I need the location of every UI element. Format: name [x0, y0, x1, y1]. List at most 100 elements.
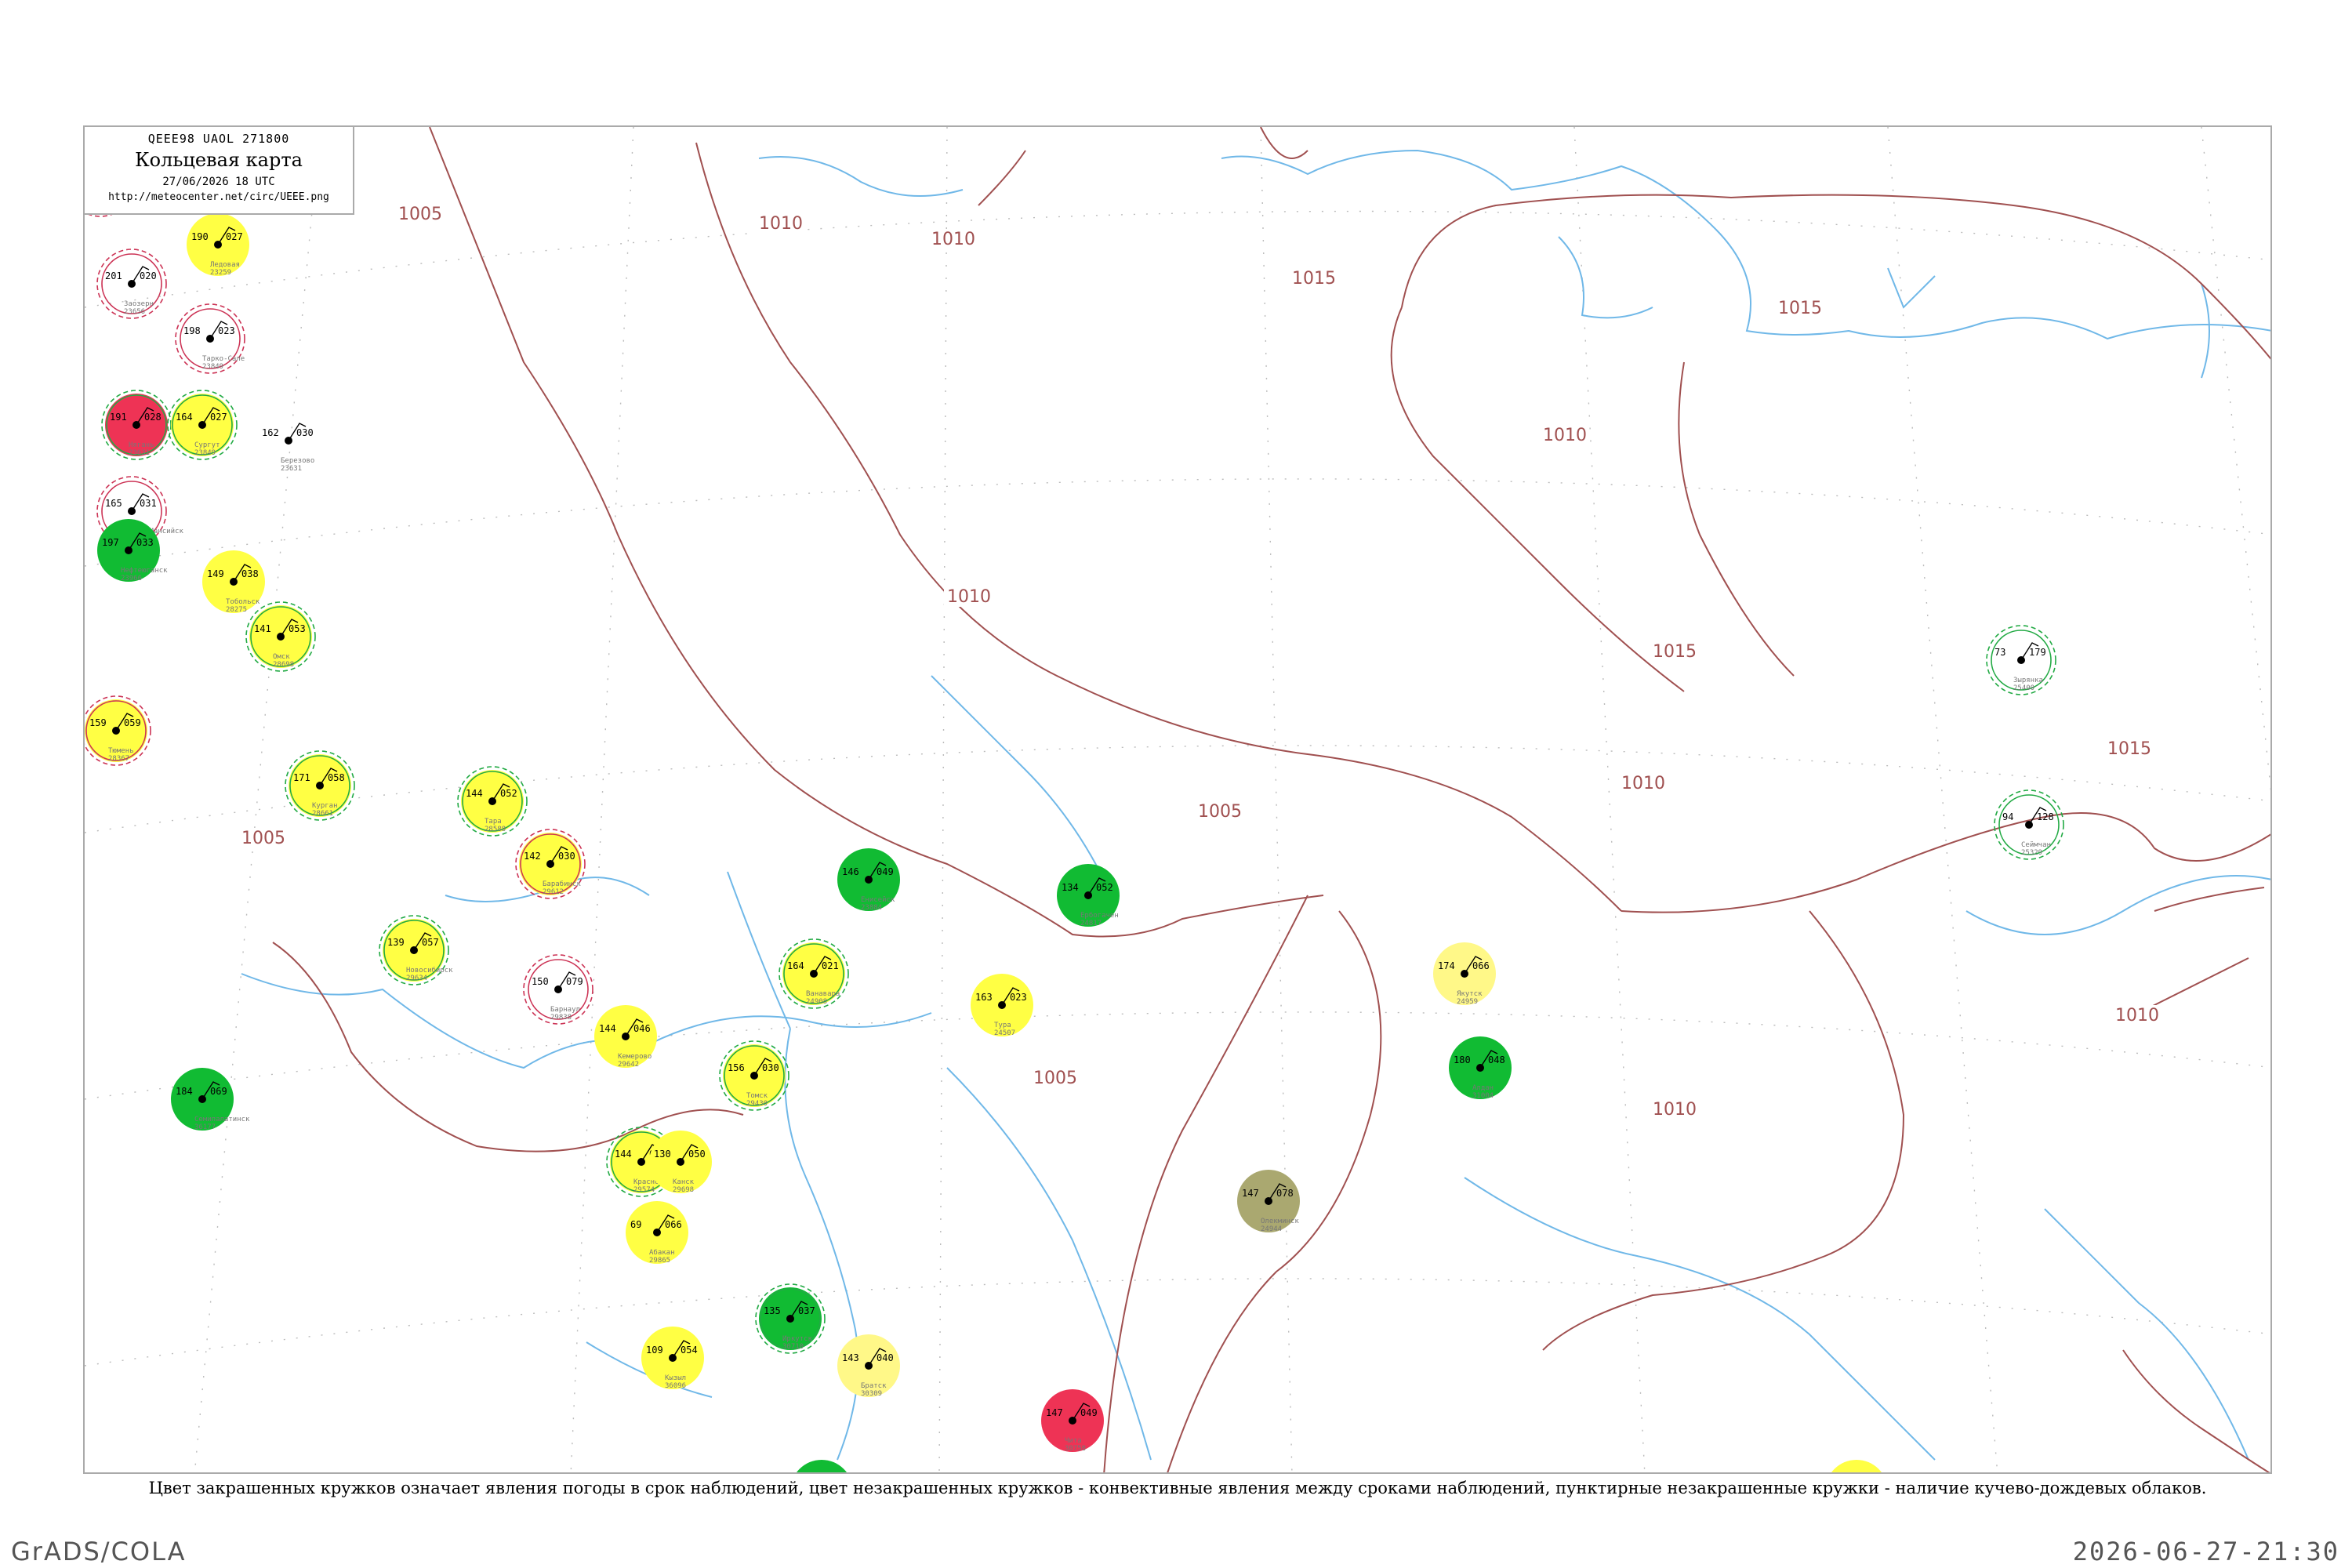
isobar-label: 1010 [1621, 774, 1665, 793]
weather-station[interactable]: 198 023 Тарко-Сале23849 [175, 303, 245, 374]
station-name: Сеймчан [2021, 841, 2051, 849]
station-id: 28275 [226, 606, 247, 614]
station-temperature: 144 [599, 1023, 616, 1034]
station-id: 23631 [129, 449, 150, 457]
station-temperature: 190 [191, 231, 209, 242]
station-id: 28661 [312, 810, 333, 818]
station-name: Кемерово [618, 1053, 652, 1061]
station-temperature: 159 [89, 717, 107, 728]
station-id: 29574 [633, 1186, 655, 1194]
station-id: 23884 [861, 904, 882, 912]
coordinate-grid [85, 127, 2270, 1472]
station-temperature: 163 [975, 992, 993, 1003]
weather-station[interactable]: 147 078 Олекминск24944 [1237, 1170, 1300, 1233]
weather-station[interactable]: 93125Благовещенск31510 [1825, 1460, 1900, 1474]
isobar-label: 1015 [1653, 642, 1697, 662]
station-temperature: 144 [615, 1149, 632, 1160]
isobar-label: 1010 [947, 587, 991, 607]
station-temperature: 94 [2002, 811, 2013, 822]
weather-station[interactable]: 156 030 Томск29430 [719, 1040, 789, 1111]
station-id: 30758 [1065, 1445, 1086, 1453]
station-pressure: 066 [1472, 960, 1490, 971]
station-id: 24959 [1457, 998, 1478, 1006]
station-name: Алдан [1472, 1084, 1494, 1092]
map-area[interactable]: 1005 1010 1010 1010 1015 1015 1010 1015 1015 1005… [83, 125, 2272, 1474]
station-pressure: 033 [136, 537, 154, 548]
station-temperature: 135 [764, 1305, 781, 1316]
station-temperature: 73 [1994, 647, 2005, 658]
station-pressure: 128 [2037, 811, 2054, 822]
weather-station[interactable]: 180 048 Алдан31004 [1449, 1036, 1512, 1100]
station-name: Барабинск [543, 880, 581, 888]
station-pressure: 057 [422, 937, 439, 948]
weather-station[interactable]: 201 020 Заозерн23656 [96, 249, 167, 319]
legend-caption: Цвет закрашенных кружков означает явлени… [148, 1479, 2207, 1497]
weather-station[interactable]: 174 066 Якутск24959 [1433, 942, 1496, 1006]
station-name: Тара [485, 818, 502, 826]
weather-station[interactable]: 164 027 Сургут23849 [167, 390, 238, 460]
weather-station[interactable]: 144 052 Тара28588 [457, 766, 528, 837]
station-name: Нефтеюганск [121, 567, 168, 575]
source-url[interactable]: http://meteocenter.net/circ/UEEE.png [85, 191, 353, 203]
weather-station[interactable]: 190 027 Ледовая23259 [187, 213, 249, 277]
station-name: Ербогачен [1080, 911, 1119, 920]
weather-station[interactable]: 159 059 Тюмень28367 [85, 695, 151, 766]
station-temperature: 164 [176, 412, 193, 423]
weather-station[interactable]: 142 030 Барабинск29612 [515, 829, 586, 899]
isobar-label: 1010 [1653, 1100, 1697, 1120]
weather-station[interactable]: 143 040 Братск30309 [837, 1334, 900, 1398]
isobars [272, 127, 2270, 1472]
weather-station[interactable]: 109 054 Кызыл36096 [641, 1327, 704, 1390]
station-id: 29634 [406, 975, 427, 982]
station-pressure: 049 [1080, 1407, 1098, 1418]
station-name: Абакан [649, 1248, 675, 1257]
weather-station[interactable]: 134 052 Ербогачен24817 [1057, 864, 1120, 927]
weather-station[interactable]: 184 069 Семипалатинск36177 [171, 1068, 250, 1131]
weather-station[interactable]: 191 028 Нягань23631 [101, 390, 172, 460]
station-name: Березово [281, 457, 314, 465]
station-id: 25400 [2013, 684, 2034, 692]
station-name: Тобольск [226, 597, 260, 606]
weather-station[interactable]: 73 179 Зырянка25400 [1986, 625, 2056, 695]
weather-station[interactable]: 145068Улан-Удэ30823 [790, 1460, 853, 1474]
station-id: 36177 [194, 1123, 216, 1131]
weather-station[interactable]: 94 128 Сеймчан25329 [1994, 789, 2064, 860]
weather-station[interactable]: 150 079 Барнаул29838 [523, 954, 593, 1025]
observation-date: 27/06/2026 18 UTC [162, 176, 275, 188]
weather-station[interactable]: 162 030 Березово23631 [262, 423, 314, 473]
station-temperature: 69 [630, 1219, 641, 1230]
station-id: 28588 [485, 826, 506, 833]
station-pressure: 030 [558, 851, 575, 862]
station-name: Зырянка [2013, 677, 2043, 684]
weather-station[interactable]: 69 066 Абакан29865 [626, 1201, 688, 1265]
isobar-label: 1005 [1198, 802, 1242, 822]
station-pressure: 066 [665, 1219, 682, 1230]
station-name: Иркутск [782, 1335, 813, 1343]
weather-station[interactable]: 144 046 Кемерово29642 [594, 1005, 657, 1069]
weather-station[interactable]: 147 049 Чита30758 [1041, 1389, 1104, 1453]
weather-station[interactable]: 163 023 Тура24507 [971, 974, 1033, 1037]
weather-station[interactable]: 149 038 Тобольск28275 [202, 550, 265, 614]
station-id: 23849 [194, 449, 216, 457]
weather-station[interactable]: 139 057 Новосибирск29634 [379, 915, 453, 985]
station-temperature: 191 [110, 412, 127, 423]
isobar-label: 1010 [2115, 1006, 2159, 1025]
station-temperature: 156 [728, 1062, 745, 1073]
station-id: 30309 [861, 1390, 882, 1398]
station-temperature: 134 [1062, 882, 1079, 893]
weather-station[interactable]: 171 058 Курган28661 [285, 750, 355, 821]
station-pressure: 078 [1276, 1188, 1294, 1199]
station-pressure: 030 [762, 1062, 779, 1073]
weather-station[interactable]: 146 049 Енисейск23884 [837, 848, 900, 912]
station-temperature: 139 [387, 937, 405, 948]
isobar-label: 1015 [2107, 739, 2151, 759]
weather-station[interactable]: 135 037 Иркутск30710 [755, 1283, 826, 1354]
station-temperature: 146 [842, 866, 859, 877]
station-temperature: 130 [654, 1149, 671, 1160]
station-id: 25329 [2021, 849, 2042, 857]
station-name: Новосибирск [406, 966, 453, 975]
station-pressure: 028 [144, 412, 162, 423]
weather-station[interactable]: 164 021 Ванавара24908 [779, 938, 849, 1009]
map-title: Кольцевая карта [135, 149, 303, 171]
weather-station[interactable]: 141 053 Омск28698 [245, 601, 316, 672]
